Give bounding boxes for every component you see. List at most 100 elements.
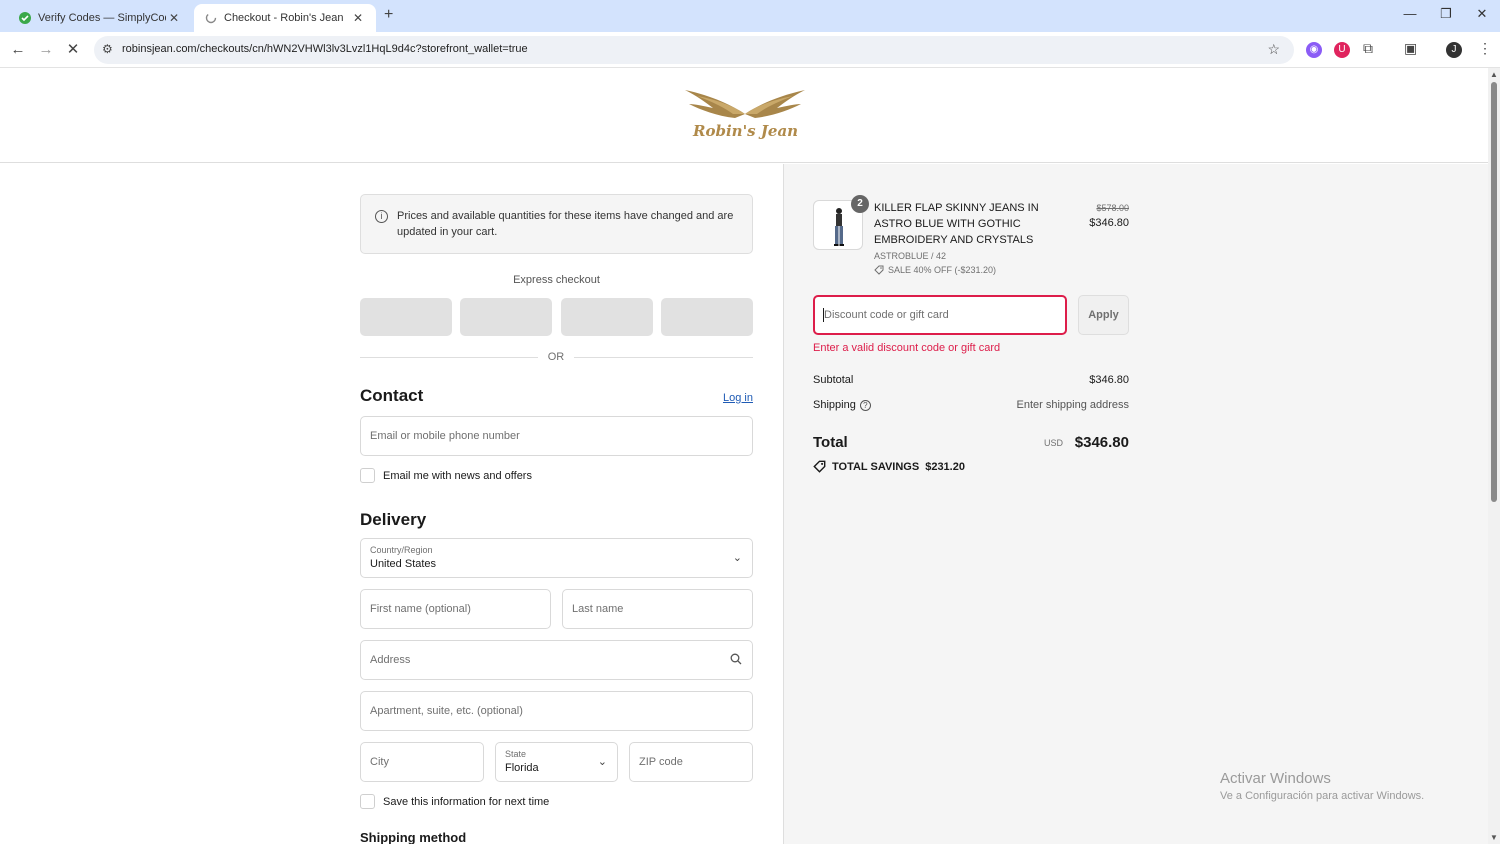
savings-value: $231.20 — [925, 460, 965, 473]
login-link[interactable]: Log in — [723, 392, 753, 404]
save-info-label: Save this information for next time — [383, 795, 550, 808]
first-name-placeholder: First name (optional) — [370, 603, 471, 615]
state-select[interactable]: State Florida ⌄ — [495, 742, 618, 782]
site-settings-icon[interactable]: ⚙ — [102, 42, 113, 56]
price-change-notice: i Prices and available quantities for th… — [360, 194, 753, 254]
country-label: Country/Region — [370, 545, 433, 555]
order-summary: 2 KILLER FLAP SKINNY JEANS IN ASTRO BLUE… — [784, 164, 1488, 844]
checkout-page: Robin's Jean i Prices and available quan… — [0, 68, 1488, 844]
zip-placeholder: ZIP code — [639, 756, 683, 768]
last-name-placeholder: Last name — [572, 603, 624, 615]
city-field[interactable]: City — [360, 742, 484, 782]
info-icon: i — [375, 210, 388, 223]
save-info-checkbox-row[interactable]: Save this information for next time — [360, 794, 549, 809]
side-panel-icon[interactable]: ▣ — [1404, 40, 1417, 57]
original-price: $578.00 — [1096, 203, 1129, 213]
store-logo[interactable]: Robin's Jean — [683, 86, 807, 146]
simplycodes-favicon-icon — [18, 11, 32, 25]
city-placeholder: City — [370, 756, 389, 768]
express-pay-button[interactable] — [460, 298, 552, 336]
first-name-field[interactable]: First name (optional) — [360, 589, 551, 629]
stop-loading-icon[interactable]: ✕ — [63, 40, 83, 60]
delivery-heading: Delivery — [360, 510, 427, 529]
watermark-subtitle: Ve a Configuración para activar Windows. — [1220, 790, 1425, 802]
save-info-checkbox[interactable] — [360, 794, 375, 809]
tag-icon — [874, 265, 884, 275]
restore-icon[interactable]: ❐ — [1436, 6, 1456, 22]
puzzle-icon[interactable]: ⧉ — [1363, 40, 1373, 57]
shield-extension-icon[interactable]: U — [1334, 42, 1350, 58]
sale-price: $346.80 — [1089, 217, 1129, 229]
zip-field[interactable]: ZIP code — [629, 742, 753, 782]
address-field[interactable]: Address — [360, 640, 753, 680]
product-variant: ASTROBLUE / 42 — [874, 251, 947, 261]
discount-error: Enter a valid discount code or gift card — [813, 342, 1001, 354]
windows-activation-watermark: Activar Windows Ve a Configuración para … — [1220, 770, 1424, 802]
express-pay-button[interactable] — [561, 298, 653, 336]
subtotal-value: $346.80 — [1089, 374, 1129, 386]
tag-icon — [813, 460, 826, 473]
tab-simplycodes[interactable]: Verify Codes — SimplyCodes ✕ — [8, 4, 192, 32]
browser-toolbar: ← → ✕ ⚙ robinsjean.com/checkouts/cn/hWN2… — [0, 32, 1500, 68]
shipping-row: Shipping? Enter shipping address — [813, 399, 1129, 411]
news-label: Email me with news and offers — [383, 469, 532, 482]
country-value: United States — [370, 558, 437, 570]
subtotal-row: Subtotal $346.80 — [813, 374, 1129, 386]
close-tab-icon[interactable]: ✕ — [350, 11, 366, 25]
express-pay-button[interactable] — [360, 298, 452, 336]
tab-title: Verify Codes — SimplyCodes — [38, 12, 166, 24]
apply-button[interactable]: Apply — [1078, 295, 1129, 335]
tab-bar: Verify Codes — SimplyCodes ✕ Checkout - … — [0, 0, 1500, 32]
country-select[interactable]: Country/Region United States ⌄ — [360, 538, 753, 578]
news-checkbox-row[interactable]: Email me with news and offers — [360, 468, 532, 483]
help-icon[interactable]: ? — [859, 399, 871, 411]
divider — [360, 357, 538, 358]
menu-kebab-icon[interactable]: ⋮ — [1478, 40, 1492, 57]
close-tab-icon[interactable]: ✕ — [166, 11, 182, 25]
shipping-label: Shipping — [813, 399, 856, 411]
forward-icon[interactable]: → — [36, 40, 56, 60]
news-checkbox[interactable] — [360, 468, 375, 483]
savings-label: TOTAL SAVINGS — [832, 460, 920, 473]
chevron-down-icon: ⌄ — [597, 756, 607, 768]
new-tab-icon[interactable]: + — [384, 6, 393, 24]
apartment-field[interactable]: Apartment, suite, etc. (optional) — [360, 691, 753, 731]
bookmark-star-icon[interactable]: ☆ — [1267, 41, 1280, 58]
quantity-badge: 2 — [851, 195, 869, 213]
subtotal-label: Subtotal — [813, 374, 854, 386]
profile-avatar[interactable]: J — [1446, 42, 1462, 58]
page-scrollbar[interactable]: ▲ ▼ — [1488, 68, 1500, 844]
scrollbar-thumb[interactable] — [1491, 82, 1497, 502]
search-icon — [730, 653, 742, 665]
shipping-method-heading: Shipping method — [360, 830, 467, 844]
scroll-up-icon[interactable]: ▲ — [1490, 70, 1498, 79]
minimize-icon[interactable]: — — [1400, 6, 1420, 21]
last-name-field[interactable]: Last name — [562, 589, 753, 629]
scroll-down-icon[interactable]: ▼ — [1490, 833, 1498, 842]
total-savings: TOTAL SAVINGS $231.20 — [813, 460, 965, 473]
product-name: KILLER FLAP SKINNY JEANS IN ASTRO BLUE W… — [874, 202, 1039, 246]
url-text: robinsjean.com/checkouts/cn/hWN2VHWl3lv3… — [122, 43, 528, 55]
extension-icon[interactable]: ◉ — [1306, 42, 1322, 58]
chevron-down-icon: ⌄ — [732, 552, 742, 564]
shipping-value: Enter shipping address — [1016, 399, 1129, 411]
back-icon[interactable]: ← — [8, 40, 28, 60]
email-field[interactable]: Email or mobile phone number — [360, 416, 753, 456]
address-bar[interactable]: ⚙ robinsjean.com/checkouts/cn/hWN2VHWl3l… — [94, 36, 1294, 64]
notice-text: Prices and available quantities for thes… — [397, 210, 734, 238]
currency-code: USD — [1044, 438, 1064, 448]
apartment-placeholder: Apartment, suite, etc. (optional) — [370, 705, 523, 717]
divider — [574, 357, 753, 358]
discount-code-input[interactable]: Discount code or gift card — [813, 295, 1067, 335]
express-pay-button[interactable] — [661, 298, 753, 336]
discount-placeholder: Discount code or gift card — [824, 309, 949, 321]
sale-text: SALE 40% OFF (-$231.20) — [888, 265, 997, 275]
express-checkout-label: Express checkout — [513, 274, 600, 286]
tab-checkout[interactable]: Checkout - Robin's Jean ✕ — [194, 4, 376, 32]
tab-title: Checkout - Robin's Jean — [224, 12, 344, 24]
close-window-icon[interactable]: ✕ — [1472, 6, 1492, 22]
sale-tag: SALE 40% OFF (-$231.20) — [874, 265, 996, 275]
email-placeholder: Email or mobile phone number — [370, 430, 520, 442]
contact-heading: Contact — [360, 386, 424, 405]
address-placeholder: Address — [370, 654, 411, 666]
